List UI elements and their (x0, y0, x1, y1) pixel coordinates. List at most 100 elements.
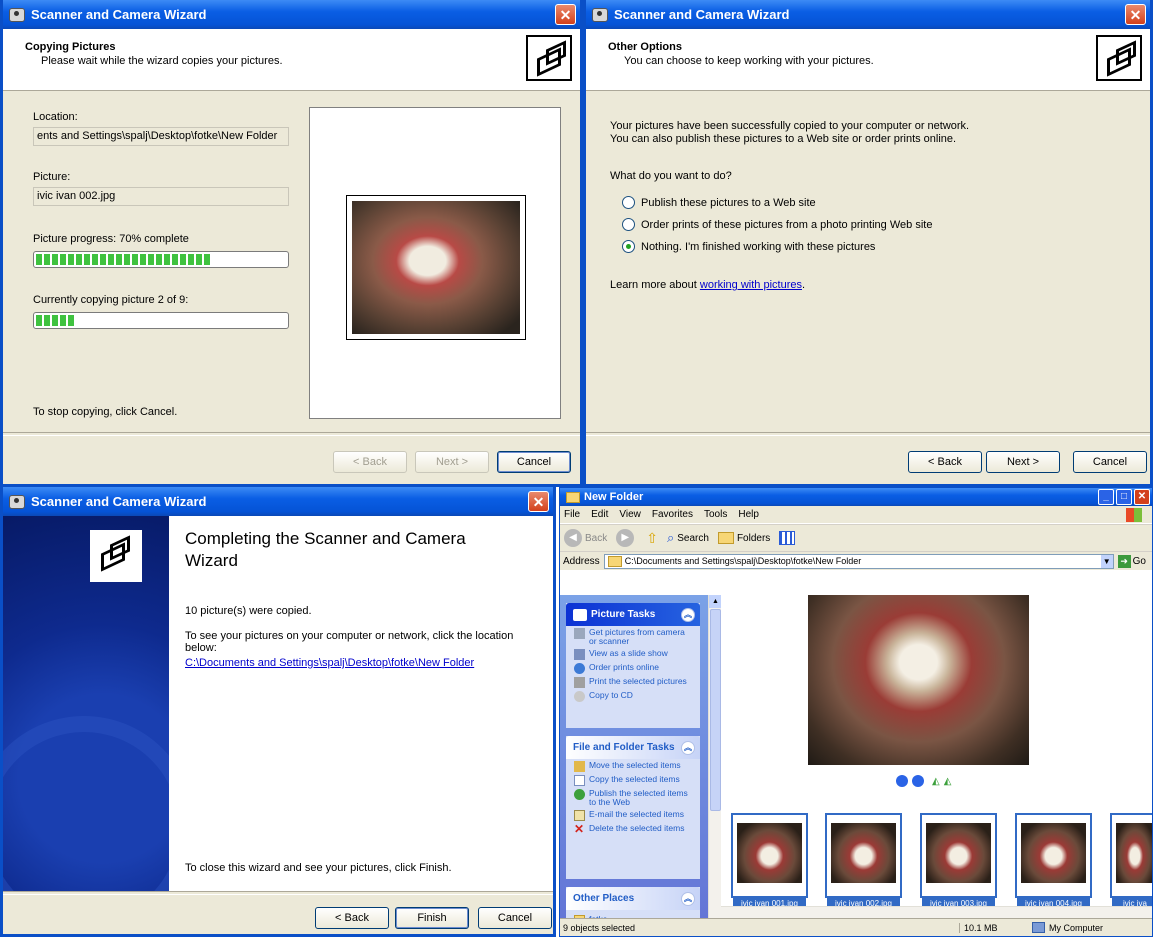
menu-bar: File Edit View Favorites Tools Help (560, 506, 1152, 524)
collapse-icon[interactable]: ︽ (681, 741, 695, 755)
back-button[interactable]: ◀ Back (564, 529, 607, 547)
question-label: What do you want to do? (610, 170, 732, 182)
option-order-prints-radio[interactable]: Order prints of these pictures from a ph… (622, 218, 932, 231)
radio-selected-icon (622, 240, 635, 253)
option-label: Nothing. I'm finished working with these… (641, 240, 876, 253)
rotate-counterclockwise-icon[interactable]: ◭ (944, 776, 952, 787)
thumbnail[interactable]: ivic ivan 002.jpg (825, 813, 902, 910)
thumbnail[interactable]: ivic ivan 001.jpg (731, 813, 808, 910)
forward-arrow-icon: ▶ (616, 529, 635, 547)
close-button[interactable]: ✕ (1134, 489, 1150, 505)
views-icon (779, 531, 796, 545)
back-button[interactable]: < Back (908, 451, 982, 473)
print-link[interactable]: Print the selected pictures (566, 675, 700, 689)
finish-button[interactable]: Finish (395, 907, 469, 929)
go-arrow-icon: ➜ (1117, 554, 1131, 568)
working-with-pictures-link[interactable]: working with pictures (700, 279, 802, 291)
cancel-button[interactable]: Cancel (497, 451, 571, 473)
copy-to-cd-link[interactable]: Copy to CD (566, 689, 700, 703)
close-instruction: To close this wizard and see your pictur… (185, 862, 452, 874)
back-button[interactable]: < Back (333, 451, 407, 473)
option-label: Order prints of these pictures from a ph… (641, 218, 933, 231)
preview-photo[interactable] (808, 595, 1029, 765)
email-icon (574, 810, 585, 821)
thumbnail[interactable]: ivic ivan 003.jpg (920, 813, 997, 910)
overall-progress-bar (33, 312, 289, 329)
rotate-clockwise-icon[interactable]: ◭ (932, 776, 940, 787)
collapse-icon[interactable]: ︽ (681, 608, 695, 622)
title-bar[interactable]: New Folder _ □ ✕ (560, 488, 1152, 506)
cancel-button[interactable]: Cancel (1073, 451, 1147, 473)
menu-file[interactable]: File (564, 509, 580, 520)
back-arrow-icon: ◀ (564, 529, 582, 547)
close-button[interactable]: ✕ (1125, 4, 1146, 25)
learn-more-suffix: . (801, 279, 806, 291)
next-button[interactable]: Next > (986, 451, 1060, 473)
delete-icon: ✕ (574, 822, 585, 836)
footer-separator (3, 432, 580, 436)
option-publish-radio[interactable]: Publish these pictures to a Web site (622, 196, 816, 209)
next-button[interactable]: Next > (415, 451, 489, 473)
thumbnail[interactable]: ivic ivan 004.jpg (1015, 813, 1092, 910)
next-image-icon[interactable] (912, 775, 924, 787)
scroll-thumb[interactable] (710, 609, 721, 811)
address-input[interactable]: C:\Documents and Settings\spalj\Desktop\… (603, 553, 1114, 569)
back-button[interactable]: < Back (315, 907, 389, 929)
thumbnail-image (1116, 823, 1152, 883)
other-places-header[interactable]: Other Places ︽ (566, 887, 700, 910)
footer-separator (586, 432, 1150, 436)
menu-view[interactable]: View (619, 509, 641, 520)
folders-button[interactable]: Folders (717, 532, 770, 544)
up-folder-button[interactable]: ⇧ (646, 530, 658, 547)
page-subheading: You can choose to keep working with your… (624, 55, 874, 67)
email-link[interactable]: E-mail the selected items (566, 808, 700, 822)
radio-icon (622, 218, 635, 231)
title-bar[interactable]: Scanner and Camera Wizard ✕ (586, 0, 1150, 29)
slideshow-link[interactable]: View as a slide show (566, 647, 700, 661)
menu-help[interactable]: Help (738, 509, 759, 520)
title-bar[interactable]: Scanner and Camera Wizard ✕ (3, 0, 580, 29)
copy-link[interactable]: Copy the selected items (566, 773, 700, 787)
task-label: Get pictures from camera or scanner (589, 627, 685, 646)
explorer-window: New Folder _ □ ✕ File Edit View Favorite… (559, 487, 1153, 937)
task-pane-scrollbar[interactable]: ▲ (708, 595, 722, 919)
search-label: Search (677, 532, 709, 544)
location-link[interactable]: C:\Documents and Settings\spalj\Desktop\… (185, 657, 474, 669)
previous-image-icon[interactable] (896, 775, 908, 787)
order-prints-link[interactable]: Order prints online (566, 661, 700, 675)
menu-edit[interactable]: Edit (591, 509, 608, 520)
delete-link[interactable]: ✕ Delete the selected items (566, 822, 700, 836)
task-label: Copy to CD (589, 690, 633, 700)
title-bar[interactable]: Scanner and Camera Wizard ✕ (3, 487, 553, 516)
views-button[interactable] (779, 531, 796, 545)
address-label: Address (563, 555, 600, 567)
menu-tools[interactable]: Tools (704, 509, 727, 520)
page-heading: Copying Pictures (25, 41, 116, 53)
menu-favorites[interactable]: Favorites (652, 509, 693, 520)
close-button[interactable]: ✕ (555, 4, 576, 25)
task-label: E-mail the selected items (589, 809, 684, 819)
camera-icon (573, 608, 587, 621)
get-pictures-link[interactable]: Get pictures from camera or scanner (566, 626, 700, 647)
file-tasks-header[interactable]: File and Folder Tasks ︽ (566, 736, 700, 759)
option-label: Publish these pictures to a Web site (641, 196, 816, 209)
move-link[interactable]: Move the selected items (566, 759, 700, 773)
collapse-icon[interactable]: ︽ (681, 892, 695, 906)
search-button[interactable]: ⌕ Search (667, 530, 709, 546)
cancel-button[interactable]: Cancel (478, 907, 552, 929)
minimize-button[interactable]: _ (1098, 489, 1114, 505)
close-button[interactable]: ✕ (528, 491, 549, 512)
chevron-down-icon[interactable]: ▼ (1100, 554, 1113, 568)
wizard-options-window: Scanner and Camera Wizard ✕ Other Option… (583, 0, 1153, 487)
wizard-side-banner (3, 516, 169, 891)
maximize-button[interactable]: □ (1116, 489, 1132, 505)
option-nothing-radio[interactable]: Nothing. I'm finished working with these… (622, 240, 875, 253)
picture-tasks-header[interactable]: Picture Tasks ︽ (566, 603, 700, 626)
forward-button[interactable]: ▶ (616, 529, 637, 547)
publish-link[interactable]: Publish the selected items to the Web (566, 787, 700, 808)
preview-image (346, 195, 526, 340)
thumbnail[interactable]: ivic iva (1110, 813, 1152, 910)
camera-icon (9, 7, 25, 22)
overall-progress-fill (36, 315, 74, 326)
go-button[interactable]: ➜ Go (1117, 554, 1146, 568)
